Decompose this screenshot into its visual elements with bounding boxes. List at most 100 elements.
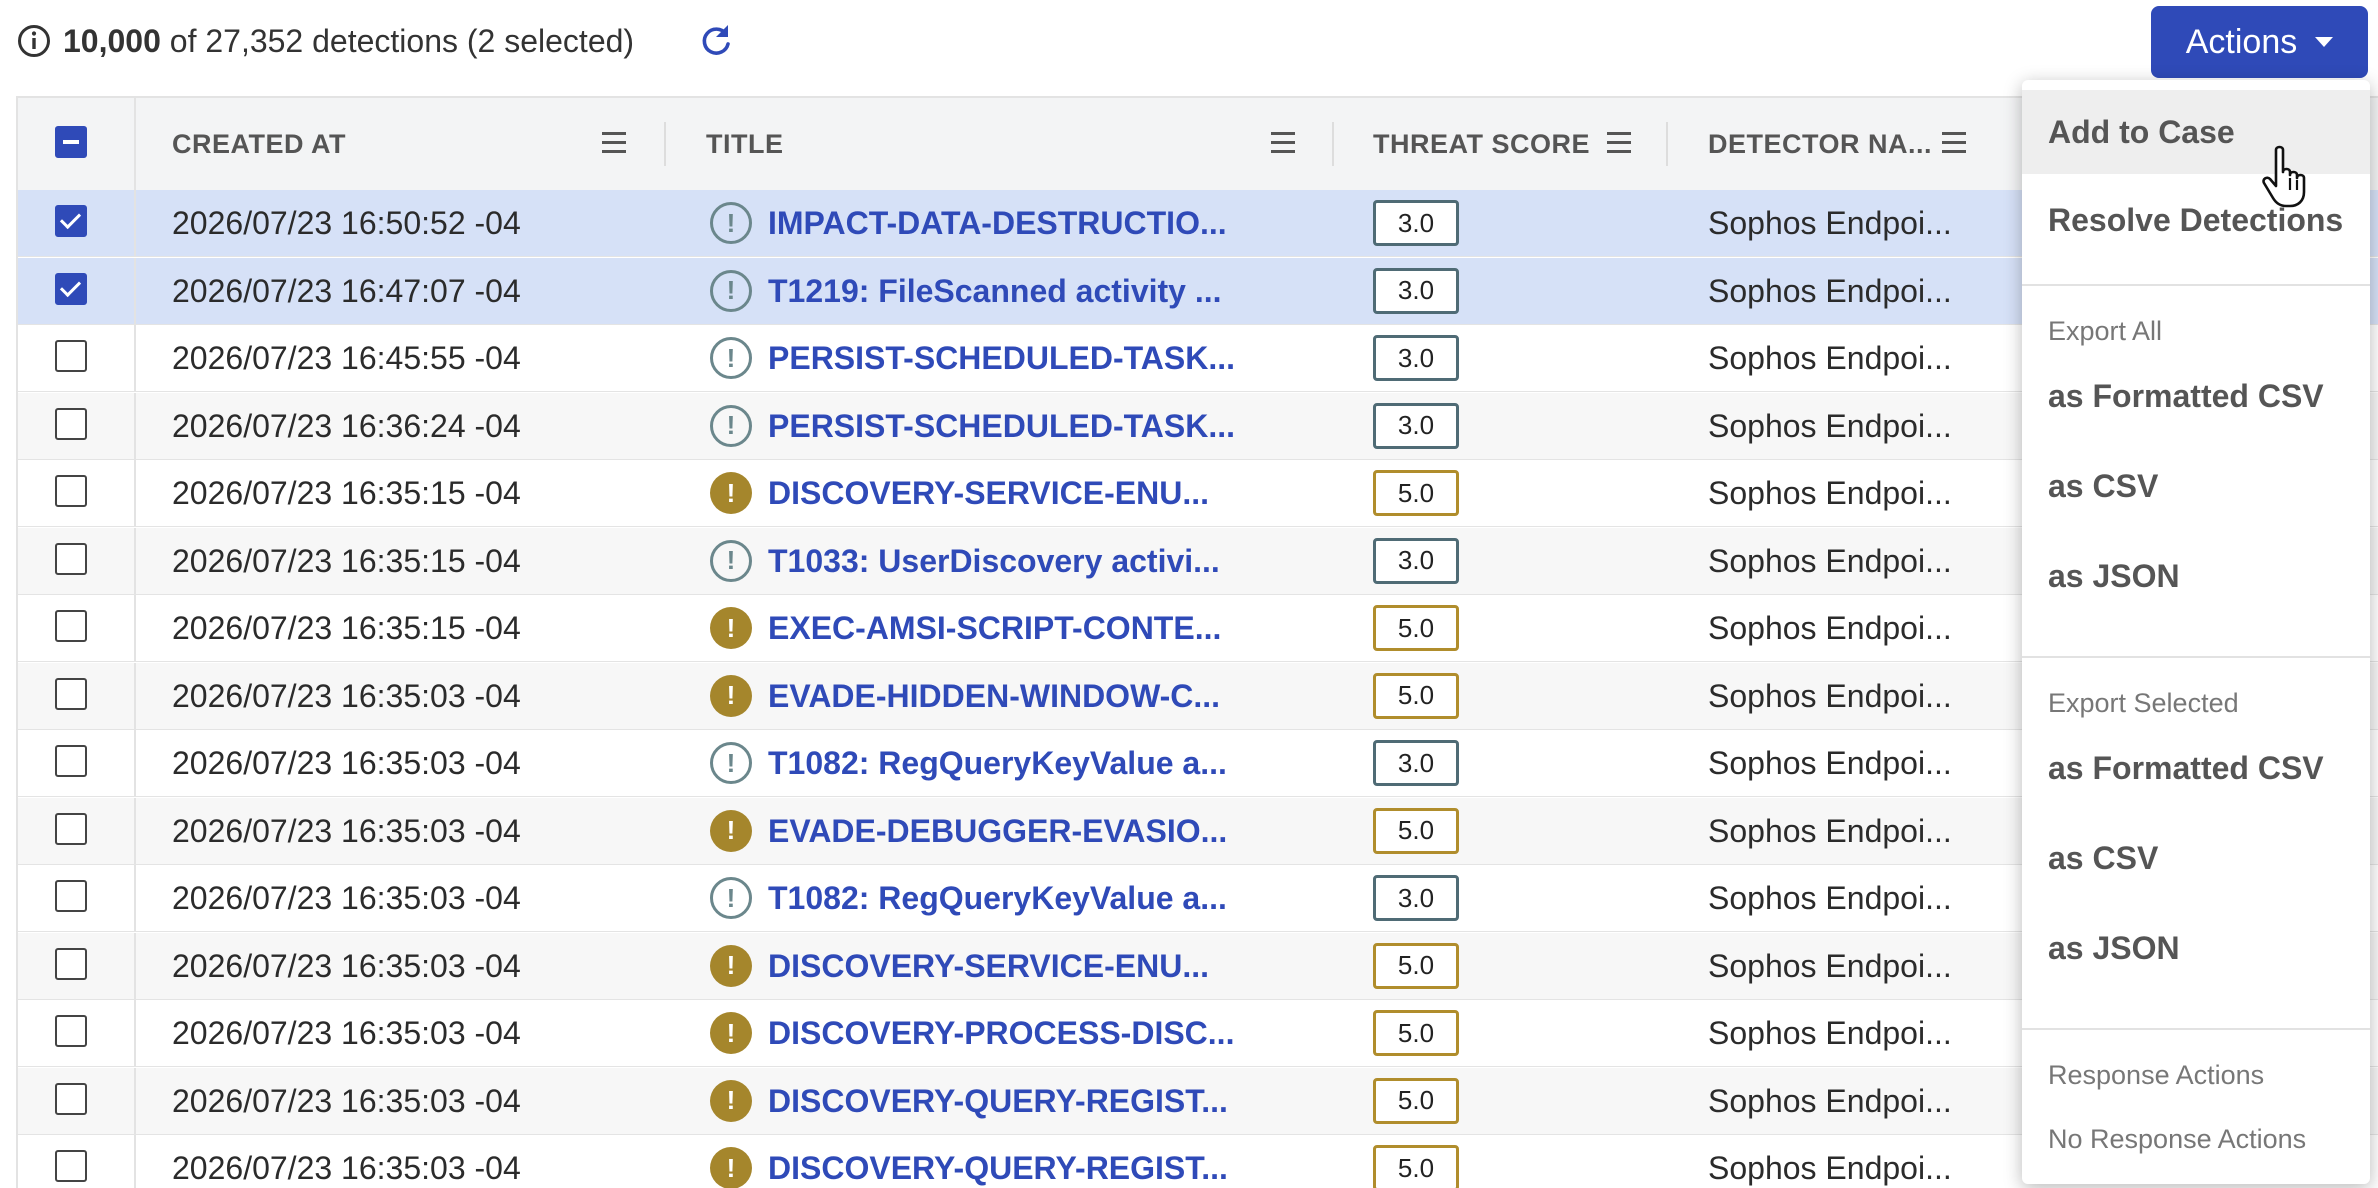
detection-title-link[interactable]: T1033: UserDiscovery activi... (768, 528, 1220, 594)
detection-title-link[interactable]: DISCOVERY-QUERY-REGIST... (768, 1068, 1228, 1134)
menu-item-export-selected-formatted-csv[interactable]: as Formatted CSV (2022, 738, 2370, 798)
created-at-cell: 2026/07/23 16:35:03 -04 (172, 812, 521, 849)
row-checkbox-cell (18, 257, 136, 324)
menu-item-export-selected-csv[interactable]: as CSV (2022, 828, 2370, 888)
row-checkbox[interactable] (55, 542, 87, 575)
created-at-cell: 2026/07/23 16:35:15 -04 (172, 475, 521, 511)
detection-title-link[interactable]: DISCOVERY-SERVICE-ENU... (768, 933, 1209, 999)
exclamation-circle-icon: ! (710, 674, 752, 717)
detections-toolbar: 10,000 of 27,352 detections (2 selected)… (0, 0, 2378, 84)
detector-name-cell: Sophos Endpoi... (1708, 205, 1952, 241)
detector-name-cell: Sophos Endpoi... (1708, 610, 1952, 646)
threat-score-badge: 3.0 (1373, 335, 1459, 381)
refresh-icon[interactable] (697, 22, 735, 60)
detection-title-link[interactable]: EVADE-DEBUGGER-EVASIO... (768, 798, 1227, 864)
exclamation-circle-icon: ! (710, 607, 752, 649)
created-at-cell: 2026/07/23 16:35:15 -04 (172, 542, 521, 579)
detection-title-link[interactable]: DISCOVERY-SERVICE-ENU... (768, 460, 1209, 526)
select-all-cell (18, 98, 136, 190)
row-checkbox-cell (18, 460, 136, 526)
row-checkbox[interactable] (55, 272, 87, 305)
row-checkbox[interactable] (55, 812, 87, 845)
exclamation-circle-icon: ! (710, 539, 752, 582)
row-checkbox[interactable] (55, 1150, 87, 1182)
menu-item-resolve-detections[interactable]: Resolve Detections (2022, 180, 2370, 260)
row-checkbox[interactable] (55, 407, 87, 440)
column-divider[interactable] (1666, 122, 1668, 166)
row-checkbox[interactable] (55, 677, 87, 710)
select-all-checkbox[interactable] (55, 126, 87, 158)
detection-title-link[interactable]: T1219: FileScanned activity ... (768, 258, 1222, 324)
row-checkbox-cell (18, 797, 136, 864)
detection-title-link[interactable]: T1082: RegQueryKeyValue a... (768, 730, 1227, 796)
exclamation-circle-icon: ! (710, 809, 752, 852)
row-checkbox[interactable] (55, 340, 87, 372)
detections-count-total: of 27,352 detections (2 selected) (169, 23, 635, 59)
menu-item-add-to-case[interactable]: Add to Case (2022, 90, 2370, 174)
menu-item-export-all-formatted-csv[interactable]: as Formatted CSV (2022, 366, 2370, 426)
column-header-threat-score[interactable]: THREAT SCORE (1373, 98, 1590, 190)
detection-title-link[interactable]: PERSIST-SCHEDULED-TASK... (768, 393, 1235, 459)
column-menu-icon[interactable] (602, 132, 626, 154)
threat-score-badge: 5.0 (1373, 605, 1459, 651)
created-at-cell: 2026/07/23 16:36:24 -04 (172, 407, 521, 444)
detector-name-cell: Sophos Endpoi... (1708, 475, 1952, 511)
threat-score-badge: 5.0 (1373, 1077, 1459, 1124)
created-at-cell: 2026/07/23 16:45:55 -04 (172, 340, 521, 376)
column-menu-icon[interactable] (1607, 132, 1631, 154)
row-checkbox[interactable] (55, 1015, 87, 1047)
detection-title-link[interactable]: DISCOVERY-QUERY-REGIST... (768, 1135, 1228, 1188)
column-header-title[interactable]: TITLE (706, 98, 784, 190)
row-checkbox[interactable] (55, 745, 87, 777)
column-header-detector-name[interactable]: DETECTOR NA... (1708, 98, 1932, 190)
caret-down-icon (2315, 37, 2334, 47)
actions-button[interactable]: Actions (2151, 6, 2368, 78)
created-at-cell: 2026/07/23 16:35:03 -04 (172, 947, 521, 984)
menu-divider (2022, 656, 2370, 658)
detection-title-link[interactable]: IMPACT-DATA-DESTRUCTIO... (768, 190, 1227, 256)
created-at-cell: 2026/07/23 16:35:03 -04 (172, 677, 521, 714)
detector-name-cell: Sophos Endpoi... (1708, 1150, 1952, 1186)
row-checkbox[interactable] (55, 205, 87, 237)
detector-name-cell: Sophos Endpoi... (1708, 947, 1952, 984)
column-menu-icon[interactable] (1942, 132, 1966, 154)
actions-button-label: Actions (2185, 22, 2298, 61)
detections-count-shown: 10,000 (63, 23, 161, 59)
row-checkbox[interactable] (55, 947, 87, 980)
row-checkbox[interactable] (55, 610, 87, 642)
detection-title-link[interactable]: EXEC-AMSI-SCRIPT-CONTE... (768, 595, 1221, 661)
detection-title-link[interactable]: DISCOVERY-PROCESS-DISC... (768, 1000, 1234, 1066)
menu-header-response-actions: Response Actions (2048, 1060, 2265, 1090)
column-divider[interactable] (1332, 122, 1334, 166)
exclamation-circle-icon: ! (710, 202, 752, 244)
detection-title-link[interactable]: EVADE-HIDDEN-WINDOW-C... (768, 663, 1220, 729)
exclamation-circle-icon: ! (710, 1012, 752, 1054)
menu-item-export-all-json[interactable]: as JSON (2022, 546, 2370, 606)
column-divider[interactable] (664, 122, 666, 166)
detection-title-link[interactable]: T1082: RegQueryKeyValue a... (768, 865, 1227, 931)
menu-item-export-selected-json[interactable]: as JSON (2022, 918, 2370, 978)
detection-title-link[interactable]: PERSIST-SCHEDULED-TASK... (768, 325, 1235, 391)
detections-summary: 10,000 of 27,352 detections (2 selected) (63, 20, 634, 62)
info-icon (18, 25, 50, 57)
row-checkbox[interactable] (55, 880, 87, 912)
detector-name-cell: Sophos Endpoi... (1708, 1015, 1952, 1051)
created-at-cell: 2026/07/23 16:35:03 -04 (172, 1150, 521, 1186)
menu-item-export-all-csv[interactable]: as CSV (2022, 456, 2370, 516)
row-checkbox-cell (18, 595, 136, 661)
detector-name-cell: Sophos Endpoi... (1708, 677, 1952, 714)
detector-name-cell: Sophos Endpoi... (1708, 1082, 1952, 1119)
row-checkbox-cell (18, 1067, 136, 1134)
column-menu-icon[interactable] (1271, 132, 1295, 154)
threat-score-badge: 5.0 (1373, 470, 1459, 516)
exclamation-circle-icon: ! (710, 1147, 752, 1188)
exclamation-circle-icon: ! (710, 877, 752, 919)
menu-header-export-all: Export All (2048, 316, 2163, 346)
row-checkbox-cell (18, 865, 136, 931)
menu-item-no-response-actions: No Response Actions (2048, 1124, 2307, 1154)
column-header-created-at[interactable]: CREATED AT (172, 98, 346, 190)
exclamation-circle-icon: ! (710, 404, 752, 447)
row-checkbox[interactable] (55, 1082, 87, 1115)
row-checkbox[interactable] (55, 475, 87, 507)
created-at-cell: 2026/07/23 16:35:03 -04 (172, 1015, 521, 1051)
